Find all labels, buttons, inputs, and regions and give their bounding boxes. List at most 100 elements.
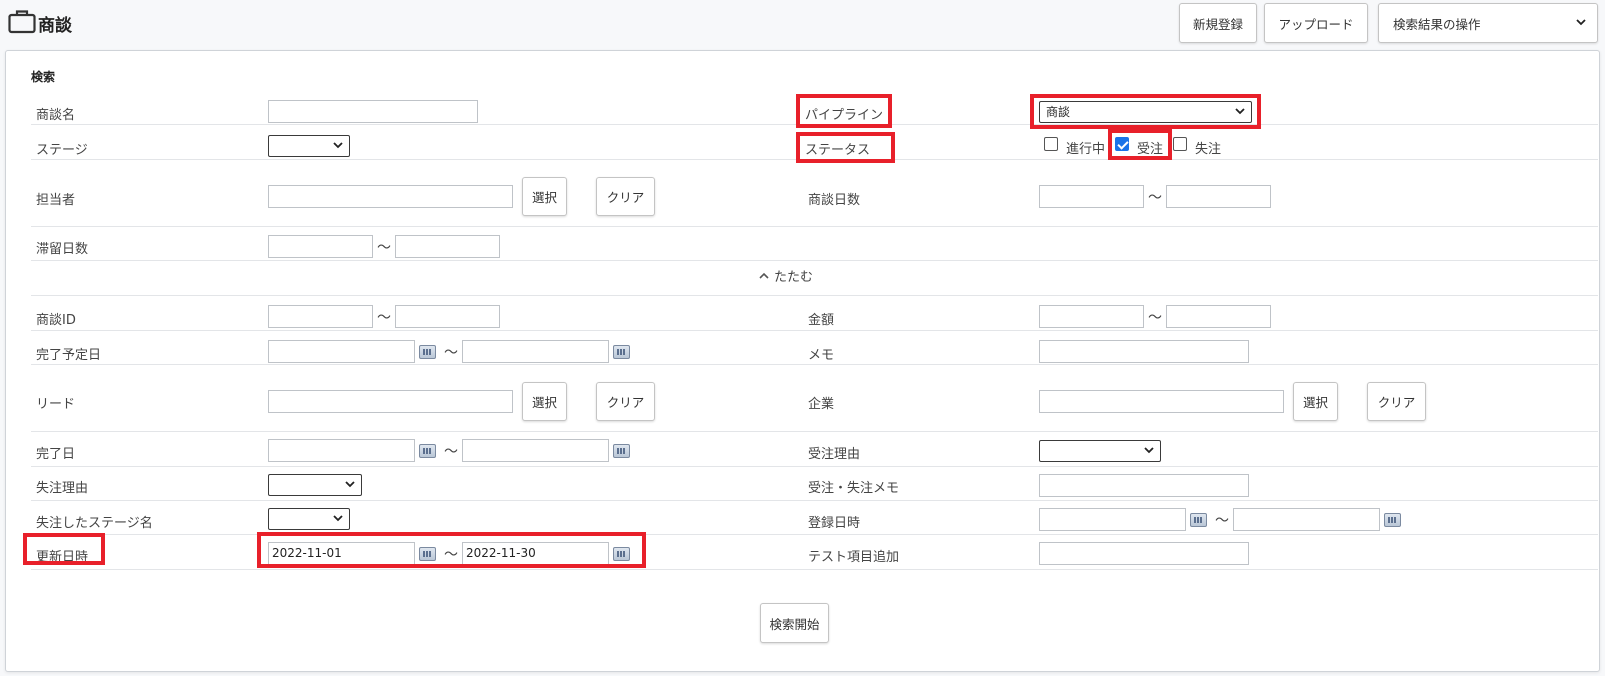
row-divider	[31, 466, 1598, 467]
chevron-down-icon	[1576, 19, 1586, 26]
range-tilde: ～	[444, 345, 458, 361]
owner-select-button[interactable]: 選択	[522, 177, 567, 216]
won-reason-select[interactable]	[1039, 440, 1161, 462]
calendar-icon[interactable]	[613, 444, 630, 458]
row-divider	[31, 159, 1598, 160]
calendar-icon[interactable]	[1190, 513, 1207, 527]
owner-input[interactable]	[268, 185, 513, 208]
deal-id-label: 商談ID	[36, 313, 76, 328]
row-divider	[31, 569, 1598, 570]
range-tilde: ～	[444, 444, 458, 460]
range-tilde: ～	[444, 547, 458, 563]
company-clear-button[interactable]: クリア	[1367, 382, 1426, 421]
row-divider	[31, 500, 1598, 501]
status-won-label: 受注	[1137, 142, 1164, 157]
deal-days-label: 商談日数	[808, 193, 861, 208]
status-lost-checkbox[interactable]	[1173, 137, 1187, 151]
registered-at-from-input[interactable]	[1039, 508, 1186, 531]
status-in-progress-checkbox[interactable]	[1044, 137, 1058, 151]
amount-label: 金額	[808, 313, 835, 328]
calendar-icon[interactable]	[1384, 513, 1401, 527]
amount-to-input[interactable]	[1166, 305, 1271, 328]
range-tilde: ～	[1148, 310, 1162, 326]
owner-clear-button[interactable]: クリア	[596, 177, 655, 216]
deal-name-label: 商談名	[36, 108, 76, 123]
completed-date-label: 完了日	[36, 447, 76, 462]
chevron-down-icon	[1144, 447, 1154, 454]
calendar-icon[interactable]	[419, 547, 436, 561]
amount-from-input[interactable]	[1039, 305, 1144, 328]
stay-days-to-input[interactable]	[395, 235, 500, 258]
chevron-down-icon	[345, 481, 355, 488]
lost-reason-label: 失注理由	[36, 481, 89, 496]
won-lost-memo-input[interactable]	[1039, 474, 1249, 497]
registered-at-to-input[interactable]	[1233, 508, 1380, 531]
lead-clear-button[interactable]: クリア	[596, 382, 655, 421]
won-lost-memo-label: 受注・失注メモ	[808, 481, 900, 496]
pipeline-select-value: 商談	[1046, 105, 1071, 119]
status-in-progress-label: 進行中	[1066, 142, 1106, 157]
company-label: 企業	[808, 397, 835, 412]
page-header: 商談 新規登録 アップロード 検索結果の操作	[0, 0, 1605, 48]
row-divider	[31, 330, 1598, 331]
status-label: ステータス	[805, 143, 871, 158]
deal-id-from-input[interactable]	[268, 305, 373, 328]
range-tilde: ～	[377, 310, 391, 326]
deal-days-to-input[interactable]	[1166, 185, 1271, 208]
company-input[interactable]	[1039, 390, 1284, 413]
stage-select[interactable]	[268, 135, 350, 157]
updated-at-from-input[interactable]: 2022-11-01	[268, 542, 415, 565]
test-item-input[interactable]	[1039, 542, 1249, 565]
status-won-checkbox[interactable]	[1115, 137, 1129, 151]
registered-at-label: 登録日時	[808, 516, 861, 531]
briefcase-icon	[8, 10, 36, 34]
updated-at-to-input[interactable]: 2022-11-30	[462, 542, 609, 565]
actions-select-value: 検索結果の操作	[1393, 16, 1481, 32]
collapse-label: たたむ	[774, 270, 814, 285]
completed-date-from-input[interactable]	[268, 439, 415, 462]
planned-date-label: 完了予定日	[36, 348, 102, 363]
deal-days-from-input[interactable]	[1039, 185, 1144, 208]
memo-input[interactable]	[1039, 340, 1249, 363]
lost-stage-label: 失注したステージ名	[36, 516, 153, 531]
status-lost-label: 失注	[1195, 142, 1222, 157]
range-tilde: ～	[377, 240, 391, 256]
lost-stage-select[interactable]	[268, 508, 350, 530]
test-item-label: テスト項目追加	[808, 550, 900, 565]
chevron-down-icon	[333, 515, 343, 522]
calendar-icon[interactable]	[613, 547, 630, 561]
lead-select-button[interactable]: 選択	[522, 382, 567, 421]
completed-date-to-input[interactable]	[462, 439, 609, 462]
chevron-up-icon	[759, 272, 769, 279]
owner-label: 担当者	[36, 193, 76, 208]
calendar-icon[interactable]	[419, 444, 436, 458]
company-select-button[interactable]: 選択	[1293, 382, 1338, 421]
search-results-actions-select[interactable]: 検索結果の操作	[1378, 3, 1598, 43]
page-title: 商談	[38, 16, 72, 36]
stay-days-label: 滞留日数	[36, 242, 89, 257]
stay-days-from-input[interactable]	[268, 235, 373, 258]
row-divider	[31, 226, 1598, 227]
upload-button[interactable]: アップロード	[1264, 3, 1368, 43]
planned-date-from-input[interactable]	[268, 340, 415, 363]
new-button[interactable]: 新規登録	[1179, 3, 1257, 43]
pipeline-select[interactable]: 商談	[1039, 101, 1252, 123]
range-tilde: ～	[1148, 190, 1162, 206]
deal-name-input[interactable]	[268, 100, 478, 123]
row-divider	[31, 534, 1598, 535]
deal-id-to-input[interactable]	[395, 305, 500, 328]
search-section-title: 検索	[31, 70, 56, 84]
lost-reason-select[interactable]	[268, 474, 362, 496]
lead-label: リード	[36, 397, 76, 412]
chevron-down-icon	[1235, 108, 1245, 115]
calendar-icon[interactable]	[419, 345, 436, 359]
search-panel	[5, 50, 1600, 672]
stage-label: ステージ	[36, 143, 88, 158]
row-divider	[31, 124, 1598, 125]
row-divider	[31, 431, 1598, 432]
planned-date-to-input[interactable]	[462, 340, 609, 363]
search-submit-button[interactable]: 検索開始	[760, 603, 829, 643]
lead-input[interactable]	[268, 390, 513, 413]
collapse-toggle[interactable]: たたむ	[758, 266, 813, 285]
calendar-icon[interactable]	[613, 345, 630, 359]
